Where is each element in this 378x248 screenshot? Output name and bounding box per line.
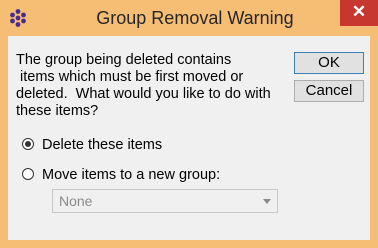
close-button[interactable]: ✕ bbox=[340, 0, 378, 26]
delete-items-radio[interactable] bbox=[22, 138, 34, 150]
dialog-body: The group being deleted contains items w… bbox=[8, 36, 370, 240]
dialog-window: Group Removal Warning ✕ The group being … bbox=[0, 0, 378, 248]
target-group-value: None bbox=[59, 193, 93, 209]
title-bar[interactable]: Group Removal Warning ✕ bbox=[0, 0, 378, 36]
move-items-radio[interactable] bbox=[22, 168, 34, 180]
move-items-label[interactable]: Move items to a new group: bbox=[42, 166, 220, 184]
target-group-select[interactable]: None bbox=[52, 189, 278, 213]
message-line: these items? bbox=[16, 103, 99, 119]
dialog-title: Group Removal Warning bbox=[96, 8, 294, 28]
message-line: The group being deleted contains bbox=[16, 52, 232, 68]
message-line: items which must be first moved or bbox=[16, 69, 244, 85]
cancel-button[interactable]: Cancel bbox=[294, 80, 364, 102]
ok-button[interactable]: OK bbox=[294, 52, 364, 74]
cluster-dots-icon bbox=[10, 9, 26, 27]
radio-selected-dot bbox=[25, 141, 31, 147]
close-icon: ✕ bbox=[351, 2, 367, 21]
warning-message: The group being deleted contains items w… bbox=[16, 52, 286, 120]
message-line: deleted. What would you like to do with bbox=[16, 86, 271, 102]
delete-items-label[interactable]: Delete these items bbox=[42, 136, 162, 154]
chevron-down-icon bbox=[263, 199, 271, 204]
